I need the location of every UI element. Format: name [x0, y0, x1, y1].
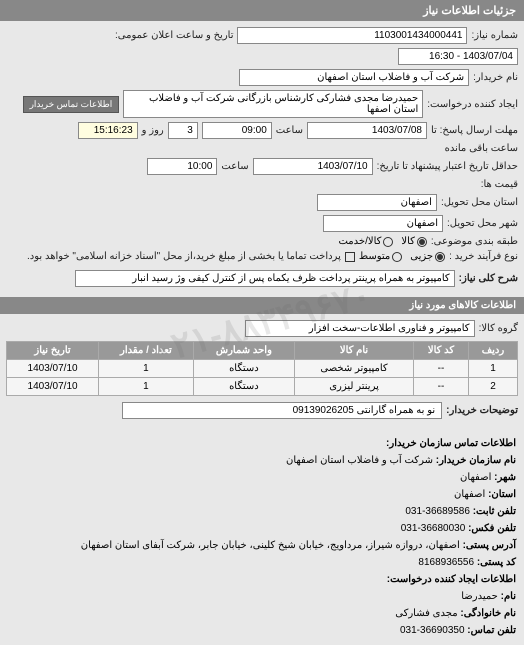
- cphone-value: 36690350-031: [400, 625, 465, 636]
- radio-dot-icon: [417, 237, 427, 247]
- buyer-name-field: شرکت آب و فاضلاب استان اصفهان: [239, 69, 469, 86]
- table-cell: --: [414, 378, 469, 396]
- fname-value: حمیدرضا: [461, 591, 498, 602]
- radio-mid[interactable]: متوسط: [359, 251, 402, 262]
- radio-khadamat[interactable]: کالا/خدمت: [338, 236, 393, 247]
- fax-value: 36680030-031: [401, 523, 466, 534]
- th-name: نام کالا: [295, 342, 414, 360]
- purchase-type-radio-group: جزیی متوسط: [359, 251, 445, 262]
- price-label: قیمت ها:: [481, 179, 518, 190]
- postal-value: 8168936556: [418, 557, 474, 568]
- province-label: استان:: [488, 489, 516, 500]
- lname-value: مجدی فشارکی: [395, 608, 457, 619]
- table-cell: کامپیوتر شخصی: [295, 360, 414, 378]
- contact-section-title: اطلاعات تماس سازمان خریدار:: [8, 435, 516, 452]
- delivery-province-label: استان محل تحویل:: [441, 197, 518, 208]
- delivery-province-field: اصفهان: [317, 194, 437, 211]
- goods-group-label: گروه کالا:: [479, 323, 518, 334]
- send-time-label: ساعت: [276, 125, 303, 136]
- fax-label: تلفن فکس:: [468, 523, 516, 534]
- send-days-label: روز و: [142, 125, 164, 136]
- phone-value: 36689586-031: [405, 506, 470, 517]
- table-cell: --: [414, 360, 469, 378]
- announce-label: تاریخ و ساعت اعلان عمومی:: [115, 30, 234, 41]
- table-cell: 1: [99, 360, 194, 378]
- buyer-notes-field: نو به همراه گارانتی 09139026205: [122, 402, 442, 419]
- announce-field: 1403/07/04 - 16:30: [398, 48, 518, 65]
- table-row: 2--پرینتر لیزریدستگاه11403/07/10: [7, 378, 518, 396]
- page-header: جزئیات اطلاعات نیاز: [0, 0, 524, 21]
- buyer-notes-label: توضیحات خریدار:: [446, 405, 518, 416]
- th-date: تاریخ نیاز: [7, 342, 99, 360]
- table-cell: 1403/07/10: [7, 360, 99, 378]
- table-cell: 1: [469, 360, 518, 378]
- treasury-note: پرداخت تماما یا بخشی از مبلغ خرید،از محل…: [27, 251, 341, 262]
- city-label: شهر:: [494, 472, 516, 483]
- th-qty: تعداد / مقدار: [99, 342, 194, 360]
- validity-date-field: 1403/07/10: [253, 158, 373, 175]
- table-cell: 1403/07/10: [7, 378, 99, 396]
- th-row: ردیف: [469, 342, 518, 360]
- radio-dot-icon: [435, 252, 445, 262]
- need-desc-label: شرح کلی نیاز:: [459, 273, 518, 284]
- send-days-field: 3: [168, 122, 198, 139]
- need-desc-field: کامپیوتر به همراه پرینتر پرداخت ظرف یکما…: [75, 270, 455, 287]
- goods-group-field: کامپیوتر و فناوری اطلاعات-سخت افزار: [245, 320, 475, 337]
- request-creator-field: حمیدرضا مجدی فشارکی کارشناس بازرگانی شرک…: [123, 90, 423, 118]
- address-value: اصفهان، دروازه شیراز، مرداویج، خیابان شی…: [81, 540, 460, 551]
- validity-time-label: ساعت: [221, 161, 248, 172]
- radio-dot-icon: [392, 252, 402, 262]
- creator-section-title: اطلاعات ایجاد کننده درخواست:: [8, 571, 516, 588]
- org-value: شرکت آب و فاضلاب استان اصفهان: [286, 455, 433, 466]
- radio-low[interactable]: جزیی: [410, 251, 445, 262]
- table-cell: دستگاه: [193, 378, 294, 396]
- request-creator-label: ایجاد کننده درخواست:: [427, 99, 518, 110]
- validity-label: حداقل تاریخ اعتبار پیشنهاد تا تاریخ:: [377, 161, 518, 172]
- need-no-field: 1103001434000441: [237, 27, 467, 44]
- phone-label: تلفن ثابت:: [473, 506, 516, 517]
- remaining-time-field: 15:16:23: [78, 122, 138, 139]
- delivery-city-label: شهر محل تحویل:: [447, 218, 518, 229]
- table-cell: 1: [99, 378, 194, 396]
- radio-dot-icon: [383, 237, 393, 247]
- treasury-checkbox[interactable]: [345, 252, 355, 262]
- budget-radio-group: کالا کالا/خدمت: [338, 236, 426, 247]
- city-value: اصفهان: [460, 472, 491, 483]
- postal-label: کد پستی:: [477, 557, 516, 568]
- table-row: 1--کامپیوتر شخصیدستگاه11403/07/10: [7, 360, 518, 378]
- address-label: آدرس پستی:: [463, 540, 516, 551]
- send-time-field: 09:00: [202, 122, 272, 139]
- radio-kala[interactable]: کالا: [401, 236, 427, 247]
- table-header-row: ردیف کد کالا نام کالا واحد شمارش تعداد /…: [7, 342, 518, 360]
- table-cell: 2: [469, 378, 518, 396]
- goods-section-title: اطلاعات کالاهای مورد نیاز: [0, 297, 524, 314]
- th-unit: واحد شمارش: [193, 342, 294, 360]
- budget-label: طبقه بندی موضوعی:: [431, 236, 518, 247]
- table-cell: دستگاه: [193, 360, 294, 378]
- validity-time-field: 10:00: [147, 158, 217, 175]
- fname-label: نام:: [501, 591, 516, 602]
- purchase-type-label: نوع فرآیند خرید :: [449, 251, 518, 262]
- need-no-label: شماره نیاز:: [471, 30, 518, 41]
- th-code: کد کالا: [414, 342, 469, 360]
- send-deadline-label: مهلت ارسال پاسخ: تا: [431, 125, 518, 136]
- delivery-city-field: اصفهان: [323, 215, 443, 232]
- lname-label: نام خانوادگی:: [460, 608, 516, 619]
- table-cell: پرینتر لیزری: [295, 378, 414, 396]
- buyer-contact-button[interactable]: اطلاعات تماس خریدار: [23, 96, 120, 113]
- remaining-label: ساعت باقی مانده: [445, 143, 518, 154]
- province-value: اصفهان: [454, 489, 485, 500]
- buyer-name-label: نام خریدار:: [473, 72, 518, 83]
- send-date-field: 1403/07/08: [307, 122, 427, 139]
- cphone-label: تلفن تماس:: [467, 625, 516, 636]
- goods-table: ردیف کد کالا نام کالا واحد شمارش تعداد /…: [6, 341, 518, 396]
- org-label: نام سازمان خریدار:: [436, 455, 516, 466]
